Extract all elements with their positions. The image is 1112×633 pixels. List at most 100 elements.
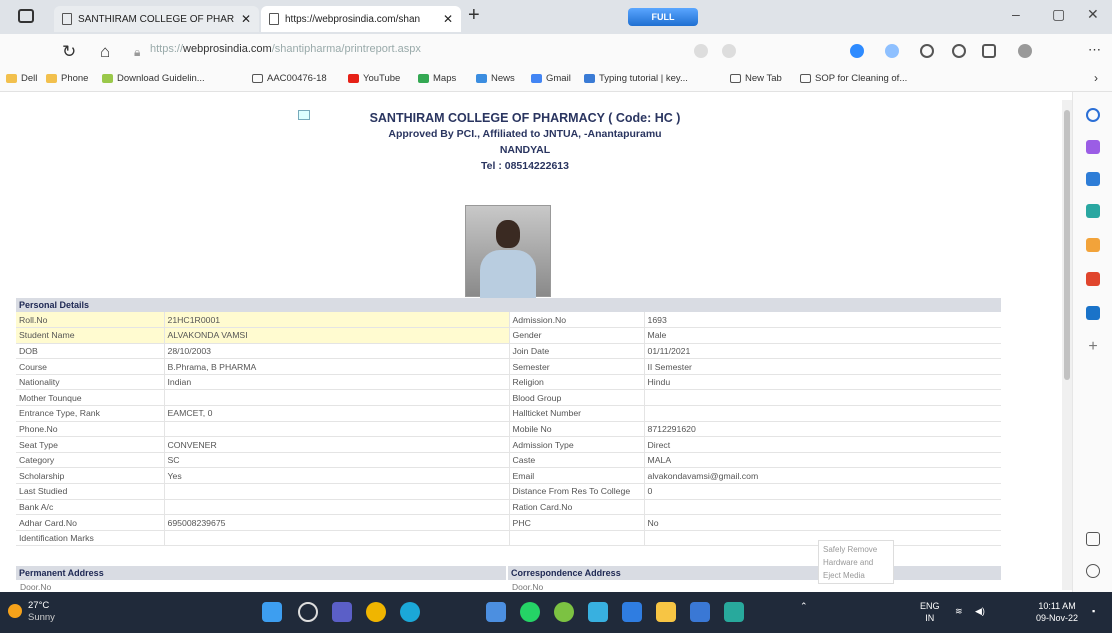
bookmark-item[interactable]: Phone <box>46 73 88 84</box>
close-tab-icon[interactable]: ✕ <box>241 12 251 26</box>
bookmark-item[interactable]: Download Guidelin... <box>102 73 205 84</box>
refresh-icon[interactable]: ↻ <box>62 42 76 62</box>
notepad-icon[interactable] <box>690 602 710 622</box>
close-window-icon[interactable]: ✕ <box>1087 6 1099 23</box>
bookmark-item[interactable]: Gmail <box>531 73 571 84</box>
table-row: Entrance Type, Rank EAMCET, 0 Hallticket N… <box>16 405 1001 422</box>
search-icon[interactable] <box>1086 108 1100 122</box>
bookmark-item[interactable]: YouTube <box>348 73 400 84</box>
language-indicator[interactable]: ENG IN <box>920 600 940 624</box>
photo-head <box>496 220 520 248</box>
field-label: DOB <box>16 343 164 360</box>
field-value: B.Phrama, B PHARMA <box>163 358 509 375</box>
refresh-extension-icon[interactable] <box>920 44 934 58</box>
office-icon[interactable] <box>1086 272 1100 286</box>
file-explorer-icon[interactable] <box>656 602 676 622</box>
field-value: 8712291620 <box>643 421 1001 438</box>
url-field[interactable]: https://webprosindia.com/shantipharma/pr… <box>150 43 421 55</box>
table-row: Last Studied Distance From Res To College… <box>16 483 1001 500</box>
chevron-right-icon[interactable]: › <box>1094 71 1098 85</box>
bookmark-item[interactable]: Typing tutorial | key... <box>584 73 688 84</box>
extension-icon[interactable] <box>885 44 899 58</box>
outlook-icon[interactable] <box>1086 306 1100 320</box>
wifi-icon[interactable]: ≋ <box>955 605 963 617</box>
search-icon[interactable] <box>298 602 318 622</box>
field-value <box>643 389 1001 407</box>
bookmark-item[interactable]: AAC00476-18 <box>252 73 327 84</box>
clock-time: 10:11 AM <box>1038 601 1076 611</box>
tools-icon[interactable] <box>1086 204 1100 218</box>
phone-link-icon[interactable] <box>588 602 608 622</box>
whatsapp-icon[interactable] <box>520 602 540 622</box>
personal-details-table: Roll.No 21HC1R0001 Admission.No 1693 Student… <box>16 312 1001 547</box>
store-icon[interactable] <box>724 602 744 622</box>
tab-active[interactable]: https://webprosindia.com/shan ✕ <box>261 6 461 32</box>
edge-icon[interactable] <box>400 602 420 622</box>
home-icon[interactable]: ⌂ <box>100 42 110 62</box>
volume-icon[interactable]: ◀) <box>975 605 985 617</box>
profile-avatar[interactable] <box>1018 44 1032 58</box>
field-label: Seat Type <box>16 436 164 453</box>
page-icon <box>252 74 263 83</box>
add-icon[interactable]: + <box>1086 339 1100 355</box>
start-windows-icon[interactable] <box>262 602 282 622</box>
field-value: ALVAKONDA VAMSI <box>163 327 509 344</box>
field-label: Scholarship <box>16 467 164 485</box>
tooltip-line: Hardware and <box>823 558 874 567</box>
tab-actions-icon[interactable] <box>18 9 34 23</box>
weather-widget[interactable]: 27°C Sunny <box>28 600 55 624</box>
app-available-icon[interactable] <box>722 44 736 58</box>
clock[interactable]: 10:11 AM 09-Nov-22 <box>1036 600 1078 624</box>
bookmark-item[interactable]: SOP for Cleaning of... <box>800 73 907 84</box>
scrollbar-thumb[interactable] <box>1064 110 1070 380</box>
chevron-up-icon[interactable]: ⌃ <box>800 600 808 612</box>
copilot-icon[interactable] <box>1086 140 1100 154</box>
read-aloud-icon[interactable] <box>694 44 708 58</box>
clock-date: 09-Nov-22 <box>1036 613 1079 623</box>
bookmark-item[interactable]: New Tab <box>730 73 782 84</box>
correspondence-address-heading: Correspondence Address <box>508 566 1001 580</box>
tab-college[interactable]: SANTHIRAM COLLEGE OF PHAR ✕ <box>54 6 259 32</box>
lock-icon[interactable]: 🔒︎ <box>134 45 140 60</box>
field-value <box>163 530 509 547</box>
field-value: 0 <box>643 483 1001 500</box>
extension-shield-icon[interactable] <box>850 44 864 58</box>
bookmark-item[interactable]: Dell <box>6 73 37 84</box>
settings-gear-icon[interactable] <box>1086 564 1100 578</box>
bookmark-item[interactable]: News <box>476 73 515 84</box>
games-icon[interactable] <box>1086 238 1100 252</box>
new-tab-button[interactable]: + <box>468 4 480 27</box>
photos-icon[interactable] <box>622 602 642 622</box>
notification-icon[interactable]: ▪ <box>1092 605 1095 617</box>
field-label: Caste <box>508 452 644 469</box>
field-value: No <box>643 514 1001 531</box>
battery-full-badge: FULL <box>628 8 698 26</box>
field-value: MALA <box>643 452 1001 469</box>
mail-icon[interactable] <box>486 602 506 622</box>
more-menu-icon[interactable]: ⋯ <box>1088 42 1101 58</box>
maximize-icon[interactable]: ▢ <box>1052 6 1065 23</box>
weather-condition: Sunny <box>28 612 55 623</box>
language-code: ENG <box>920 601 940 611</box>
collections-icon[interactable] <box>982 44 996 58</box>
field-label: Last Studied <box>16 483 164 500</box>
chrome-icon[interactable] <box>366 602 386 622</box>
minimize-icon[interactable]: – <box>1012 6 1020 22</box>
sun-icon <box>8 604 22 618</box>
shopping-tag-icon[interactable] <box>1086 172 1100 186</box>
edge-sidebar: + <box>1072 92 1112 592</box>
table-row: Category SC Caste MALA <box>16 452 1001 469</box>
favorites-icon[interactable] <box>952 44 966 58</box>
close-tab-icon[interactable]: ✕ <box>443 12 453 26</box>
sidebar-toggle-icon[interactable] <box>1086 532 1100 546</box>
field-value: SC <box>163 452 509 469</box>
teams-icon[interactable] <box>332 602 352 622</box>
table-row: Scholarship Yes Email alvakondavamsi@gmail.… <box>16 467 1001 485</box>
field-label: PHC <box>508 514 644 531</box>
field-value: 01/11/2021 <box>643 343 1001 360</box>
field-label: Entrance Type, Rank <box>16 405 164 422</box>
field-label: Admission Type <box>508 436 644 453</box>
bookmark-item[interactable]: Maps <box>418 73 456 84</box>
app-icon[interactable] <box>554 602 574 622</box>
page-scrollbar[interactable] <box>1062 100 1072 590</box>
